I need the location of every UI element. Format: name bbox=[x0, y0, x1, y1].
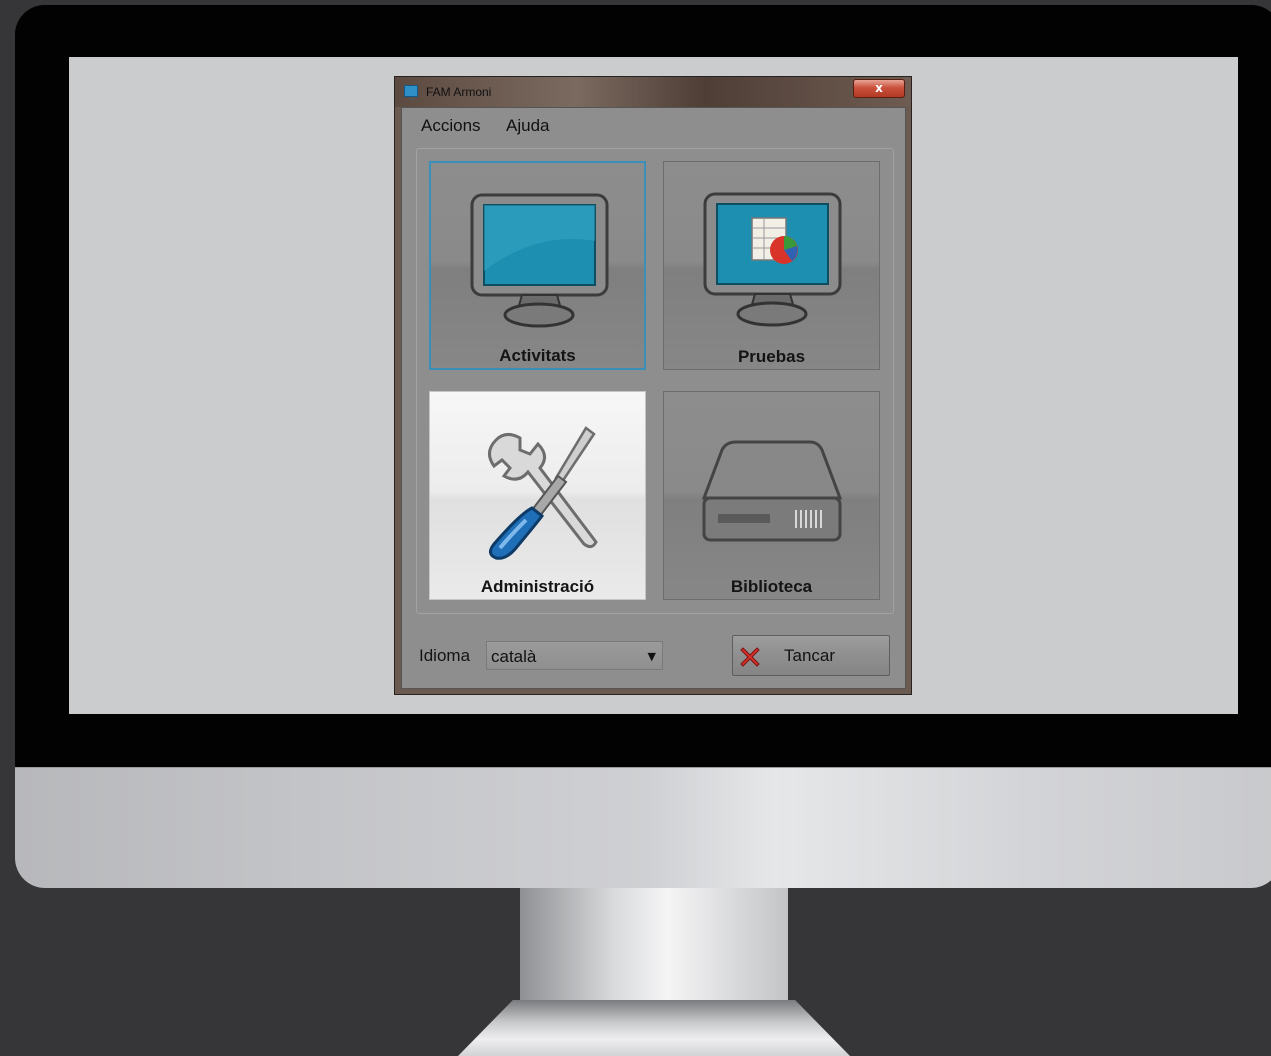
tile-pruebas-label: Pruebas bbox=[737, 347, 806, 366]
language-select-value: català bbox=[491, 647, 537, 666]
red-x-icon bbox=[740, 647, 760, 667]
tile-activitats[interactable]: Activitats bbox=[429, 161, 646, 370]
menu-ajuda[interactable]: Ajuda bbox=[506, 116, 549, 136]
title-bar[interactable]: FAM Armoni x bbox=[395, 77, 911, 107]
app-window: FAM Armoni x Accions Ajuda Activitats Pr… bbox=[394, 76, 912, 695]
monitor-stand-base bbox=[458, 1000, 850, 1056]
language-label: Idioma bbox=[419, 646, 471, 665]
desktop-screen: FAM Armoni x Accions Ajuda Activitats Pr… bbox=[69, 57, 1238, 714]
tile-biblioteca[interactable]: Biblioteca bbox=[663, 391, 880, 600]
tile-administracio-label: Administració bbox=[480, 577, 595, 596]
chevron-down-icon[interactable]: ▼ bbox=[648, 650, 656, 663]
window-close-button[interactable]: x bbox=[853, 79, 905, 98]
tools-icon bbox=[488, 426, 598, 560]
menu-bar: Accions Ajuda bbox=[402, 108, 905, 142]
language-select[interactable]: català ▼ bbox=[486, 641, 663, 670]
tile-biblioteca-label: Biblioteca bbox=[730, 577, 813, 596]
tiles-group: Activitats Pruebas Administració Bibliot… bbox=[416, 148, 894, 614]
window-title: FAM Armoni bbox=[426, 85, 492, 99]
close-app-button[interactable]: Tancar bbox=[732, 635, 890, 676]
monitor-chart-icon bbox=[703, 192, 842, 327]
monitor-icon bbox=[470, 193, 609, 328]
tile-pruebas[interactable]: Pruebas bbox=[663, 161, 880, 370]
monitor-stand bbox=[520, 888, 788, 1008]
window-client-area: Accions Ajuda Activitats Pruebas Adminis… bbox=[401, 107, 906, 689]
hard-drive-icon bbox=[701, 440, 843, 542]
app-monitor-icon bbox=[404, 85, 418, 100]
close-app-button-label: Tancar bbox=[784, 646, 836, 665]
tile-activitats-label: Activitats bbox=[499, 346, 576, 365]
monitor-chin bbox=[15, 767, 1271, 888]
tile-administracio[interactable]: Administració bbox=[429, 391, 646, 600]
menu-accions[interactable]: Accions bbox=[421, 116, 481, 136]
